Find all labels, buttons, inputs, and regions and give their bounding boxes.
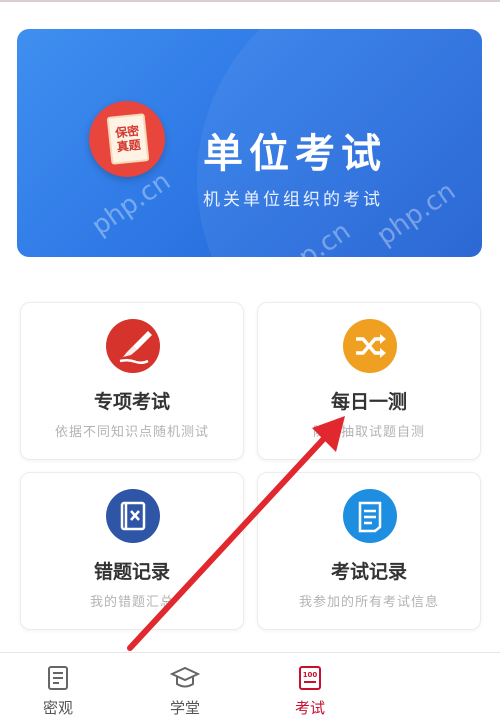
card-title: 每日一测	[330, 391, 407, 413]
watermark: php.cn	[371, 176, 462, 252]
tab-exam[interactable]: 100 考试	[270, 663, 350, 718]
card-desc: 依据不同知识点随机测试	[54, 425, 209, 440]
tab-label: 密观	[42, 699, 73, 717]
tab-label: 考试	[294, 699, 325, 717]
card-title: 考试记录	[330, 561, 407, 583]
top-divider	[0, 0, 500, 2]
card-desc: 我的错题汇总	[89, 595, 174, 610]
shuffle-icon	[343, 319, 397, 373]
card-daily-test[interactable]: 每日一测 随机抽取试题自测	[257, 302, 481, 460]
card-wrong-questions[interactable]: 错题记录 我的错题汇总	[20, 472, 244, 630]
exam-icon: 100	[295, 663, 325, 693]
card-exam-records[interactable]: 考试记录 我参加的所有考试信息	[257, 472, 481, 630]
card-desc: 随机抽取试题自测	[312, 425, 425, 440]
tab-label: 学堂	[169, 699, 200, 717]
pencil-icon	[106, 319, 160, 373]
card-special-exam[interactable]: 专项考试 依据不同知识点随机测试	[20, 302, 244, 460]
watermark: php.cn	[266, 216, 357, 257]
wrong-book-icon	[106, 489, 160, 543]
badge-text: 保密 真题	[114, 123, 142, 155]
bottom-tab-bar: 密观 学堂 100 考试	[0, 652, 500, 728]
svg-text:100: 100	[303, 671, 318, 679]
news-icon	[43, 663, 73, 693]
exam-banner[interactable]: php.cn php.cn php.cn 保密 真题 单位考试 机关单位组织的考…	[17, 29, 482, 257]
banner-subtitle: 机关单位组织的考试	[203, 190, 383, 210]
tab-news[interactable]: 密观	[18, 663, 98, 718]
tab-academy[interactable]: 学堂	[145, 663, 225, 718]
watermark: php.cn	[86, 166, 177, 242]
banner-title: 单位考试	[203, 130, 387, 177]
secret-exam-badge-icon: 保密 真题	[89, 101, 165, 177]
card-title: 专项考试	[93, 391, 170, 413]
card-title: 错题记录	[93, 561, 170, 583]
graduation-cap-icon	[170, 663, 200, 693]
card-desc: 我参加的所有考试信息	[298, 595, 439, 610]
document-icon	[343, 489, 397, 543]
badge-label: 保密 真题	[106, 113, 150, 165]
